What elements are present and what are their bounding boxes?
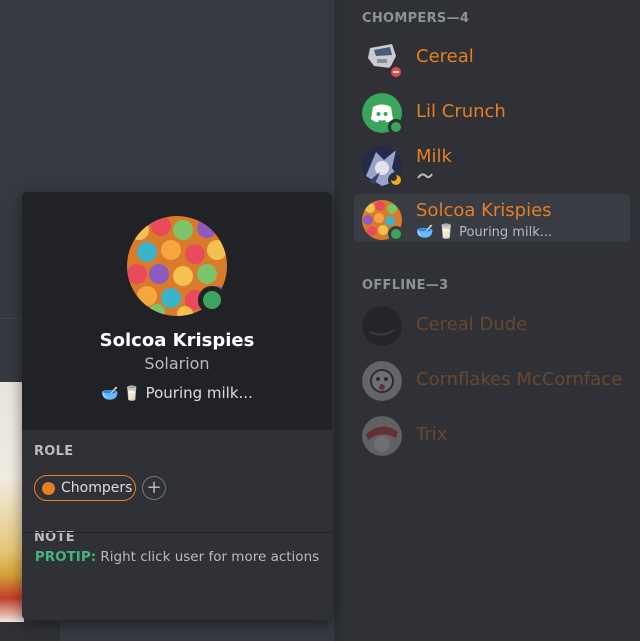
member-item-milk[interactable]: Milk	[354, 140, 630, 188]
chat-input-edge	[0, 622, 60, 641]
activity-text: Pouring milk...	[145, 384, 253, 402]
member-list: CHOMPERS—4 Cereal Lil Crunch Milk Solcoa…	[342, 0, 640, 641]
member-item-solcoa-krispies[interactable]: Solcoa Krispies 🥣 🥛 Pouring milk...	[354, 194, 630, 242]
role-name: Chompers	[61, 480, 133, 496]
protip-text: Right click user for more actions	[100, 549, 320, 565]
member-item-cornflakes-mccornface[interactable]: Cornflakes McCornface	[354, 355, 630, 403]
panel-divider	[334, 0, 342, 641]
protip-footer: PROTIP: Right click user for more action…	[22, 549, 332, 565]
popout-activity: 🥣 🥛 Pouring milk...	[22, 384, 332, 402]
member-item-trix[interactable]: Trix	[354, 410, 630, 458]
offline-group-header: OFFLINE—3	[362, 278, 449, 293]
cartoon-face-avatar-icon	[362, 361, 402, 401]
bowl-emoji-icon: 🥣	[101, 386, 119, 402]
protip-divider	[22, 532, 332, 533]
popout-subtitle: Solarion	[144, 354, 210, 373]
add-role-button[interactable]: +	[142, 476, 166, 500]
member-name: Milk	[416, 146, 452, 167]
idle-status-icon	[388, 172, 404, 188]
member-name: Cereal	[416, 46, 474, 67]
online-status-icon	[388, 226, 404, 242]
pouring-icon	[416, 170, 434, 186]
popout-header: Solcoa Krispies Solarion 🥣 🥛 Pouring mil…	[22, 192, 332, 430]
member-name: Cereal Dude	[416, 314, 528, 335]
online-group-header: CHOMPERS—4	[362, 11, 470, 26]
role-section-label: ROLE	[34, 444, 74, 459]
popout-username: Solcoa Krispies	[99, 330, 255, 351]
protip-label: PROTIP:	[34, 549, 97, 565]
member-item-cereal[interactable]: Cereal	[354, 32, 630, 80]
member-name: Lil Crunch	[416, 101, 506, 122]
milk-glass-emoji-icon: 🥛	[123, 386, 141, 402]
member-name: Trix	[416, 424, 448, 445]
member-name: Cornflakes McCornface	[416, 369, 623, 390]
dark-circle-avatar-icon	[362, 306, 402, 346]
role-color-dot[interactable]	[42, 482, 55, 495]
role-pill-chompers[interactable]: Chompers	[34, 475, 136, 501]
bowl-emoji-icon: 🥣	[416, 224, 434, 240]
member-item-cereal-dude[interactable]: Cereal Dude	[354, 300, 630, 348]
dnd-status-icon	[388, 64, 404, 80]
user-popout: Solcoa Krispies Solarion 🥣 🥛 Pouring mil…	[22, 192, 332, 620]
member-item-lil-crunch[interactable]: Lil Crunch	[354, 87, 630, 135]
member-activity: 🥣 🥛 Pouring milk...	[416, 224, 552, 240]
chat-attachment-image[interactable]	[0, 382, 24, 622]
activity-text: Pouring milk...	[459, 225, 553, 240]
milk-glass-emoji-icon: 🥛	[437, 224, 456, 240]
member-name: Solcoa Krispies	[416, 200, 552, 221]
popout-body: ROLE Chompers + NOTE	[22, 430, 332, 620]
trix-rabbit-avatar-icon	[362, 416, 402, 456]
online-status-icon	[198, 286, 226, 314]
online-status-icon	[388, 119, 404, 135]
